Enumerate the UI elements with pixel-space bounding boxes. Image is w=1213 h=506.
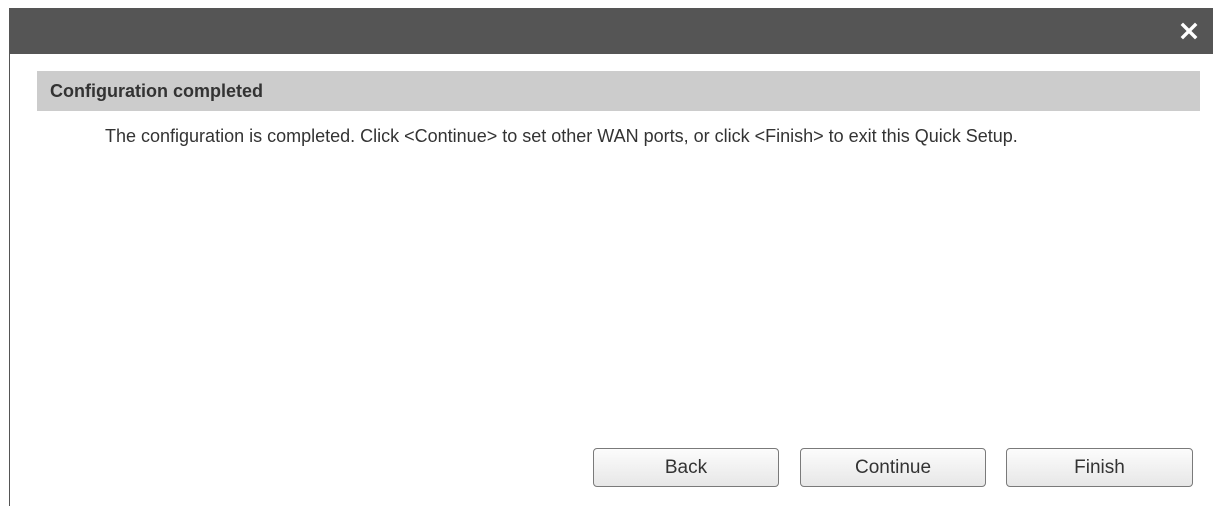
finish-button[interactable]: Finish [1006,448,1193,487]
quick-setup-dialog: Configuration completed The configuratio… [9,8,1213,506]
completion-message: The configuration is completed. Click <C… [105,126,1018,146]
continue-button[interactable]: Continue [800,448,986,487]
close-icon[interactable] [1177,19,1201,43]
back-button[interactable]: Back [593,448,779,487]
dialog-titlebar [10,8,1213,54]
section-title: Configuration completed [37,71,1200,111]
